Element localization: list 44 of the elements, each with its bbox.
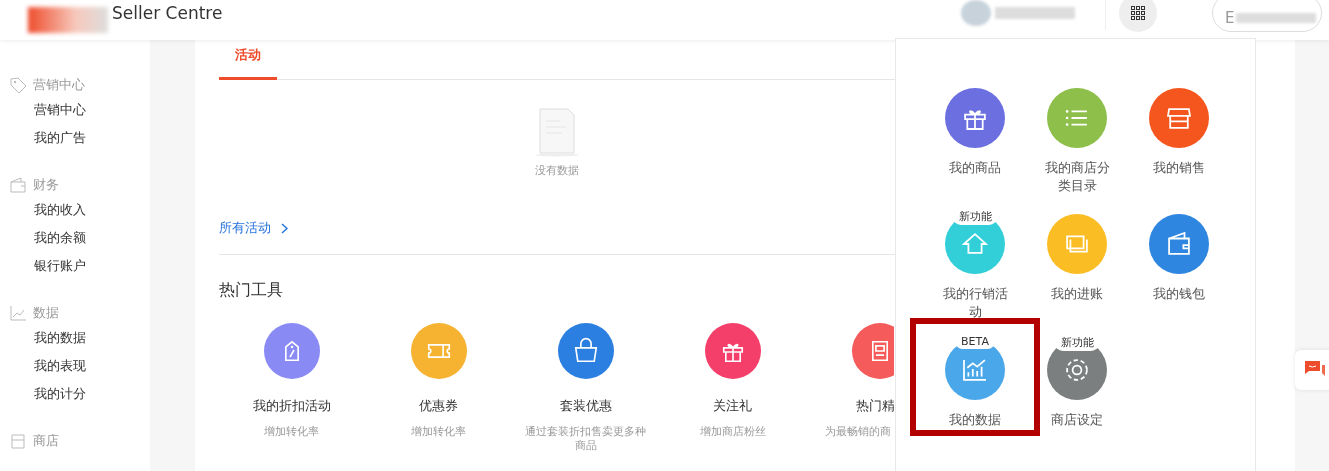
section-title: 热门工具 xyxy=(219,280,283,301)
app-tile[interactable]: 我的销售 xyxy=(1128,88,1230,208)
wallet-icon xyxy=(9,176,27,194)
apps-button[interactable] xyxy=(1119,0,1157,32)
sidebar-item[interactable]: 我的计分 xyxy=(0,380,150,408)
app-tile[interactable]: 我的进账 xyxy=(1026,214,1128,334)
app-tile[interactable]: 我的钱包 xyxy=(1128,214,1230,334)
tool-name[interactable]: 套装优惠 xyxy=(559,397,612,415)
section-title: 财务 xyxy=(33,176,59,194)
chevron-icon xyxy=(281,222,288,234)
logo[interactable] xyxy=(28,7,108,33)
tool-description: 增加转化率 xyxy=(263,425,320,439)
tool-description: 通过套装折扣售卖更多种商品 xyxy=(524,425,647,453)
app-title: Seller Centre xyxy=(112,3,223,23)
sidebar-item[interactable]: 我的表现 xyxy=(0,352,150,380)
chat-button[interactable] xyxy=(1295,350,1329,390)
sidebar-item[interactable]: 银行账户 xyxy=(0,252,150,280)
badge: BETA xyxy=(955,334,995,349)
grid-icon xyxy=(1131,6,1145,20)
tag-icon xyxy=(9,76,27,94)
tool-name[interactable]: 优惠券 xyxy=(419,397,458,415)
badge: 新功能 xyxy=(952,208,998,225)
tool-description: 增加商店粉丝 xyxy=(698,425,767,439)
tab[interactable]: 活动 xyxy=(219,40,277,80)
sidebar-item[interactable]: 我的余额 xyxy=(0,224,150,252)
sidebar-item[interactable]: 营销中心 xyxy=(0,96,150,124)
section-title: 营销中心 xyxy=(33,76,85,94)
chart-icon xyxy=(9,304,27,322)
sidebar-item[interactable]: 我的数据 xyxy=(0,324,150,352)
app-tile[interactable]: 我的商品 xyxy=(924,88,1026,208)
section-title: 商店 xyxy=(33,432,59,450)
section-title: 数据 xyxy=(33,304,59,322)
tool-description: 增加转化率 xyxy=(410,425,467,439)
tool-description: 为最畅销的商 xyxy=(825,425,891,439)
app-tile[interactable]: 我的商店分类目录 xyxy=(1026,88,1128,208)
tool-name[interactable]: 关注礼 xyxy=(713,397,752,415)
all-activities-link[interactable]: 所有活动 xyxy=(219,219,288,237)
empty-text: 没有数据 xyxy=(535,163,579,178)
tool-name[interactable]: 热门精 xyxy=(856,397,894,415)
shop-icon xyxy=(9,432,27,450)
tool-name[interactable]: 我的折扣活动 xyxy=(252,397,331,415)
sidebar-item[interactable]: 我的广告 xyxy=(0,124,150,152)
sidebar-item[interactable]: 我的收入 xyxy=(0,196,150,224)
badge: 新功能 xyxy=(1054,334,1100,351)
